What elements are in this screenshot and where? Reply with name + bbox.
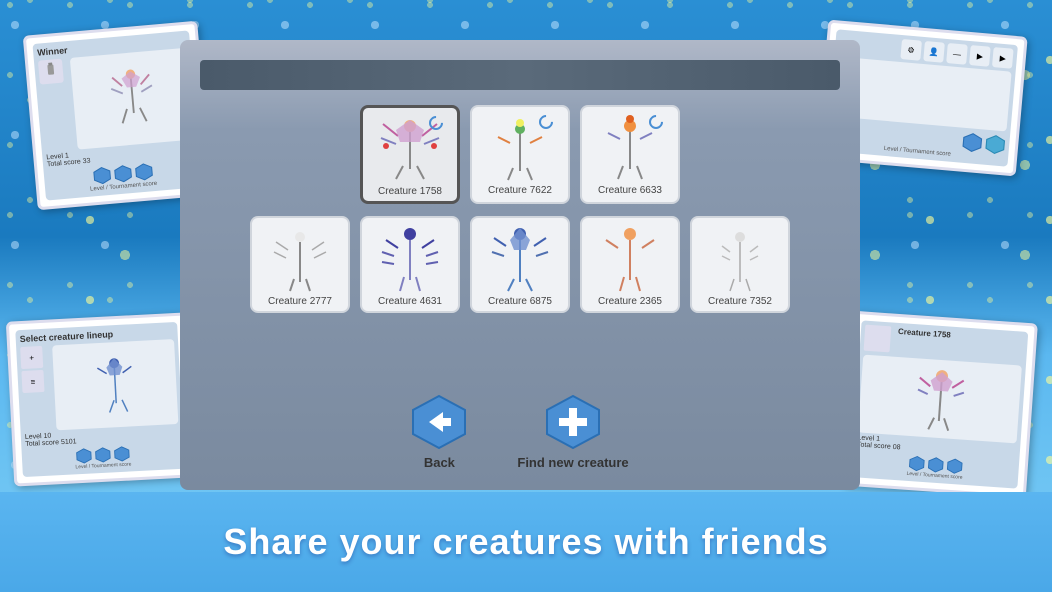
creature-name-6875: Creature 6875 bbox=[488, 296, 552, 307]
creature-grid: Creature 1758 Creature 7622 bbox=[200, 105, 840, 379]
creature-card-2777[interactable]: Creature 2777 bbox=[250, 216, 350, 313]
sp-tr-icon4: ▶ bbox=[969, 45, 991, 67]
sp-br-btn3[interactable] bbox=[946, 458, 963, 475]
creature-name-7622: Creature 7622 bbox=[488, 185, 552, 196]
back-label: Back bbox=[424, 455, 455, 470]
sp-tr-icon5: ▶ bbox=[992, 47, 1014, 69]
sp-tl-score-value: 33 bbox=[82, 158, 90, 166]
sp-bl-score-label: Total score bbox=[25, 439, 59, 448]
creature-name-2777: Creature 2777 bbox=[268, 296, 332, 307]
bottom-buttons: Back Find new creature bbox=[411, 394, 628, 470]
sp-tr-icon1: ⚙ bbox=[900, 39, 922, 61]
back-button[interactable]: Back bbox=[411, 394, 467, 470]
sp-tr-btn2[interactable] bbox=[984, 134, 1006, 156]
sp-bl-btn3[interactable] bbox=[113, 446, 130, 463]
sp-tl-score-label: Total score bbox=[47, 158, 81, 168]
find-new-label: Find new creature bbox=[517, 455, 628, 470]
side-panel-bottom-left: Select creature lineup + ≡ Level 1 bbox=[6, 312, 194, 486]
sp-br-creature-name: Creature 1758 bbox=[898, 327, 1024, 345]
sp-bl-icon2: ≡ bbox=[21, 370, 44, 393]
creature-card-7352[interactable]: Creature 7352 bbox=[690, 216, 790, 313]
sp-tl-btn2[interactable] bbox=[113, 164, 133, 184]
banner-text: Share your creatures with friends bbox=[223, 521, 828, 563]
sp-br-btn2[interactable] bbox=[927, 456, 944, 473]
creature-name-4631: Creature 4631 bbox=[378, 296, 442, 307]
sp-tr-btn1[interactable] bbox=[961, 132, 983, 154]
top-bar bbox=[200, 60, 840, 90]
sp-tl-title: Winner bbox=[37, 45, 68, 58]
creature-card-6875[interactable]: Creature 6875 bbox=[470, 216, 570, 313]
creature-card-1758[interactable]: Creature 1758 bbox=[360, 105, 460, 204]
sp-bl-icon: + bbox=[20, 346, 43, 369]
sp-tl-btn3[interactable] bbox=[134, 162, 154, 182]
creature-name-1758: Creature 1758 bbox=[378, 186, 442, 197]
creature-card-7622[interactable]: Creature 7622 bbox=[470, 105, 570, 204]
find-new-creature-button[interactable]: Find new creature bbox=[517, 394, 628, 470]
sp-tr-icon3: — bbox=[946, 43, 968, 65]
creature-card-2365[interactable]: Creature 2365 bbox=[580, 216, 680, 313]
sp-tl-btn1[interactable] bbox=[92, 166, 112, 186]
sp-br-score-value: 08 bbox=[892, 444, 900, 452]
side-panel-bottom-right: Creature 1758 Level 1 Total score 08 bbox=[841, 311, 1038, 498]
sp-bl-btn2[interactable] bbox=[94, 447, 111, 464]
creature-row-2: Creature 2777 bbox=[200, 216, 840, 313]
sp-tr-icon2: 👤 bbox=[923, 41, 945, 63]
sp-bl-score-value: 5101 bbox=[61, 438, 77, 446]
sp-br-score-label: Total score bbox=[857, 441, 891, 450]
creature-name-7352: Creature 7352 bbox=[708, 296, 772, 307]
creature-name-2365: Creature 2365 bbox=[598, 296, 662, 307]
sp-br-icon bbox=[864, 325, 892, 353]
creature-card-4631[interactable]: Creature 4631 bbox=[360, 216, 460, 313]
creature-row-1: Creature 1758 Creature 7622 bbox=[200, 105, 840, 204]
sp-bl-btn1[interactable] bbox=[76, 448, 93, 465]
bottom-banner: Share your creatures with friends bbox=[0, 492, 1052, 592]
main-panel: Creature 1758 Creature 7622 bbox=[180, 40, 860, 490]
creature-card-6633[interactable]: Creature 6633 bbox=[580, 105, 680, 204]
sp-br-btn1[interactable] bbox=[908, 455, 925, 472]
creature-name-6633: Creature 6633 bbox=[598, 185, 662, 196]
sp-bl-title: Select creature lineup bbox=[19, 329, 113, 344]
